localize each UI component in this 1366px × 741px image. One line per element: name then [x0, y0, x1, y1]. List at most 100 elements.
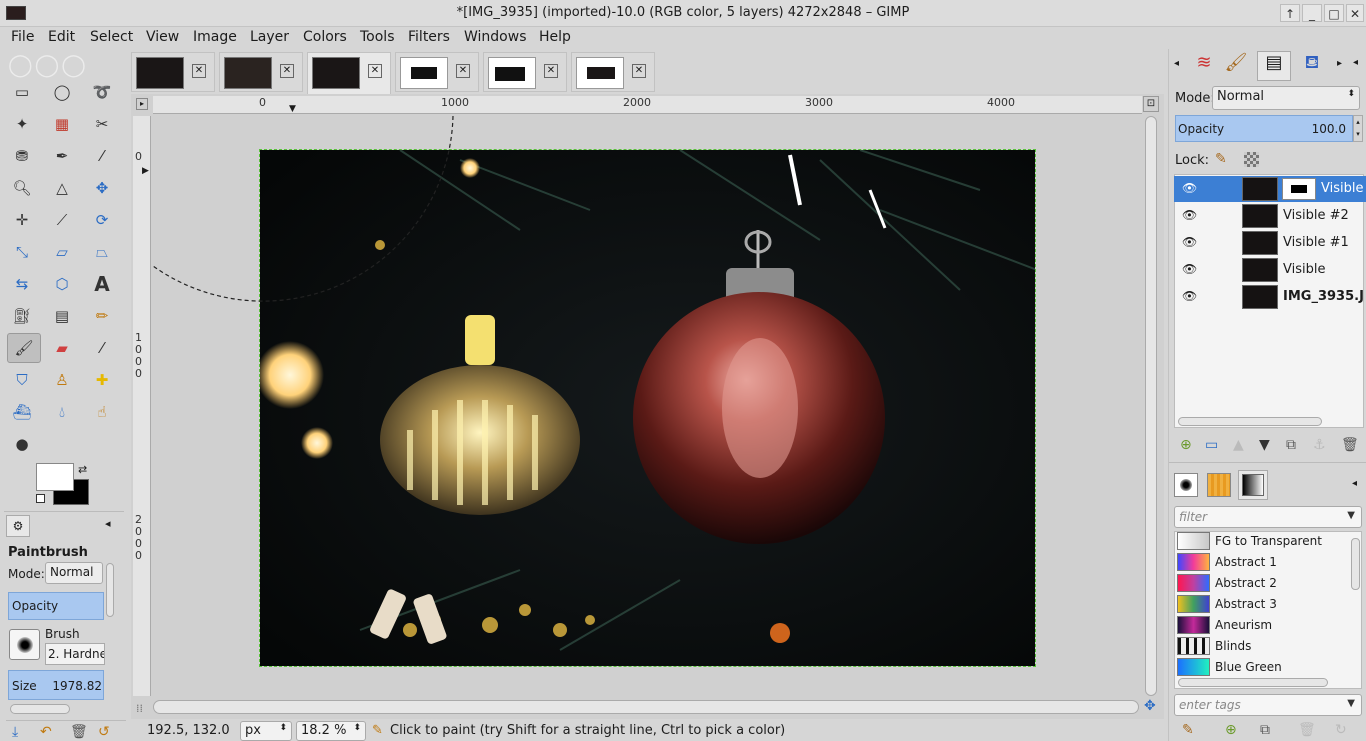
minimize-button[interactable]: _ — [1302, 4, 1322, 22]
layer-name[interactable]: Visible #1 — [1283, 235, 1349, 250]
gradient-item[interactable]: Abstract 1 — [1176, 552, 1348, 573]
refresh-gradients-icon[interactable]: ↻ — [1335, 722, 1347, 738]
delete-gradient-icon[interactable]: 🗑︎ — [1298, 722, 1316, 738]
default-colors-icon[interactable] — [36, 494, 45, 503]
perspective-tool-icon[interactable]: ⏢ — [89, 239, 115, 265]
image-tab-1[interactable]: ✕ — [131, 52, 215, 92]
flip-tool-icon[interactable]: ⇆ — [9, 271, 35, 297]
scale-tool-icon[interactable]: ⤡ — [9, 239, 35, 265]
menu-filters[interactable]: Filters — [408, 29, 450, 45]
visibility-eye-icon[interactable]: 👁︎ — [1182, 208, 1197, 222]
close-icon[interactable]: ✕ — [632, 64, 646, 78]
new-layer-icon[interactable]: ⊕ — [1180, 437, 1192, 453]
paint-mode-select[interactable]: Normal — [45, 562, 103, 584]
layer-name[interactable]: Visible — [1321, 181, 1363, 196]
color-picker-tool-icon[interactable]: ⁄ — [89, 143, 115, 169]
zoom-fit-icon[interactable]: ⊡ — [1143, 96, 1159, 112]
close-icon[interactable]: ✕ — [192, 64, 206, 78]
crop-tool-icon[interactable]: ⟋ — [49, 207, 75, 233]
menu-view[interactable]: View — [146, 29, 179, 45]
gradient-list-scrollbar[interactable] — [1351, 538, 1360, 590]
gradient-item[interactable]: Blinds — [1176, 636, 1348, 657]
swap-colors-icon[interactable]: ⇄ — [78, 463, 87, 476]
close-icon[interactable]: ✕ — [544, 64, 558, 78]
panel-menu-icon[interactable]: ◂ — [1353, 57, 1358, 68]
new-gradient-icon[interactable]: ⊕ — [1225, 722, 1237, 738]
brush-name-field[interactable]: 2. Hardne — [45, 643, 105, 665]
foreground-select-tool-icon[interactable]: ⛃ — [9, 143, 35, 169]
new-layer-group-icon[interactable]: ▭ — [1205, 437, 1218, 453]
duplicate-layer-icon[interactable]: ⧉ — [1286, 437, 1296, 453]
raise-layer-icon[interactable]: ▲ — [1233, 437, 1244, 453]
image-tab-2[interactable]: ✕ — [219, 52, 303, 92]
perspective-clone-tool-icon[interactable]: ⛴ — [9, 399, 35, 425]
ink-tool-icon[interactable]: ⛉ — [9, 367, 35, 393]
pencil-tool-icon[interactable]: ✏ — [89, 303, 115, 329]
close-button[interactable]: ✕ — [1346, 4, 1364, 22]
measure-tool-icon[interactable]: △ — [49, 175, 75, 201]
blend-tool-icon[interactable]: ▤ — [49, 303, 75, 329]
delete-options-icon[interactable]: 🗑︎ — [70, 724, 88, 740]
undo-history-tab-icon[interactable]: ⛾ — [1297, 52, 1327, 80]
layer-row[interactable]: 👁︎ Visible — [1174, 257, 1366, 283]
window-up-icon[interactable]: ↑ — [1280, 4, 1300, 22]
airbrush-tool-icon[interactable]: ⁄ — [89, 335, 115, 361]
image-tab-4[interactable]: ✕ — [395, 52, 479, 92]
maximize-button[interactable]: □ — [1324, 4, 1344, 22]
paths-tab-icon[interactable]: ▤ — [1257, 51, 1291, 81]
lower-layer-icon[interactable]: ▼ — [1259, 437, 1270, 453]
eraser-tool-icon[interactable]: ▰ — [49, 335, 75, 361]
menu-layer[interactable]: Layer — [250, 29, 289, 45]
menu-windows[interactable]: Windows — [464, 29, 527, 45]
free-select-tool-icon[interactable]: ➰ — [89, 79, 115, 105]
brushes-tab-icon[interactable] — [1174, 473, 1198, 497]
menu-image[interactable]: Image — [193, 29, 237, 45]
opacity-spin-button[interactable]: ▴ ▾ — [1353, 115, 1363, 142]
visibility-eye-icon[interactable]: 👁︎ — [1182, 262, 1197, 276]
zoom-tool-icon[interactable]: 🔍︎ — [9, 175, 35, 201]
menu-help[interactable]: Help — [539, 29, 571, 45]
align-tool-icon[interactable]: ✛ — [9, 207, 35, 233]
duplicate-gradient-icon[interactable]: ⧉ — [1260, 722, 1270, 738]
foreground-color-swatch[interactable] — [36, 463, 74, 491]
layers-tab-icon[interactable]: ≋ — [1189, 52, 1219, 80]
edit-gradient-icon[interactable]: ✎ — [1182, 722, 1194, 738]
horizontal-scrollbar[interactable] — [153, 700, 1139, 714]
paintbrush-tool-icon[interactable]: 🖌︎ — [7, 333, 41, 363]
text-tool-icon[interactable]: A — [89, 271, 115, 297]
image-tab-3[interactable]: ✕ — [307, 52, 391, 94]
layer-row[interactable]: 👁︎ Visible — [1174, 176, 1366, 202]
paths-tool-icon[interactable]: ✒ — [49, 143, 75, 169]
save-options-icon[interactable]: ⤓ — [12, 724, 18, 740]
anchor-layer-icon[interactable]: ⚓︎ — [1313, 437, 1326, 453]
blur-tool-icon[interactable]: 💧︎ — [49, 399, 75, 425]
layer-row[interactable]: 👁︎ IMG_3935.JP( — [1174, 284, 1366, 310]
shear-tool-icon[interactable]: ▱ — [49, 239, 75, 265]
gradient-filter-input[interactable]: filter ▼ — [1174, 506, 1362, 528]
layer-mode-select[interactable]: Normal ⬍ — [1212, 86, 1360, 110]
gradient-list-hscrollbar[interactable] — [1178, 678, 1328, 687]
lock-alpha-icon[interactable] — [1244, 152, 1259, 167]
gradient-item[interactable]: Aneurism — [1176, 615, 1348, 636]
unit-select[interactable]: px ⬍ — [240, 721, 292, 741]
quick-mask-icon[interactable]: ▸ — [136, 98, 148, 110]
move-tool-icon[interactable]: ✥ — [89, 175, 115, 201]
zoom-select[interactable]: 18.2 % ⬍ — [296, 721, 366, 741]
brush-preview[interactable] — [9, 629, 40, 660]
image-tab-5[interactable]: ✕ — [483, 52, 567, 92]
image-tab-6[interactable]: ✕ — [571, 52, 655, 92]
size-slider[interactable]: Size 1978.82 — [8, 670, 104, 700]
visibility-eye-icon[interactable]: 👁︎ — [1182, 235, 1197, 249]
close-icon[interactable]: ✕ — [368, 64, 382, 78]
delete-layer-icon[interactable]: 🗑︎ — [1341, 437, 1359, 453]
clone-tool-icon[interactable]: ♙ — [49, 367, 75, 393]
select-by-color-tool-icon[interactable]: ▦ — [49, 111, 75, 137]
tool-options-scrollbar[interactable] — [106, 563, 114, 617]
restore-options-icon[interactable]: ↶ — [40, 724, 52, 740]
gradient-item[interactable]: Abstract 3 — [1176, 594, 1348, 615]
cage-transform-tool-icon[interactable]: ⬡ — [49, 271, 75, 297]
dodge-burn-tool-icon[interactable]: ● — [9, 431, 35, 457]
panel-menu-icon[interactable]: ◂ — [105, 517, 111, 530]
layer-name[interactable]: Visible #2 — [1283, 208, 1349, 223]
tabs-scroll-right-icon[interactable]: ▸ — [1337, 58, 1342, 69]
